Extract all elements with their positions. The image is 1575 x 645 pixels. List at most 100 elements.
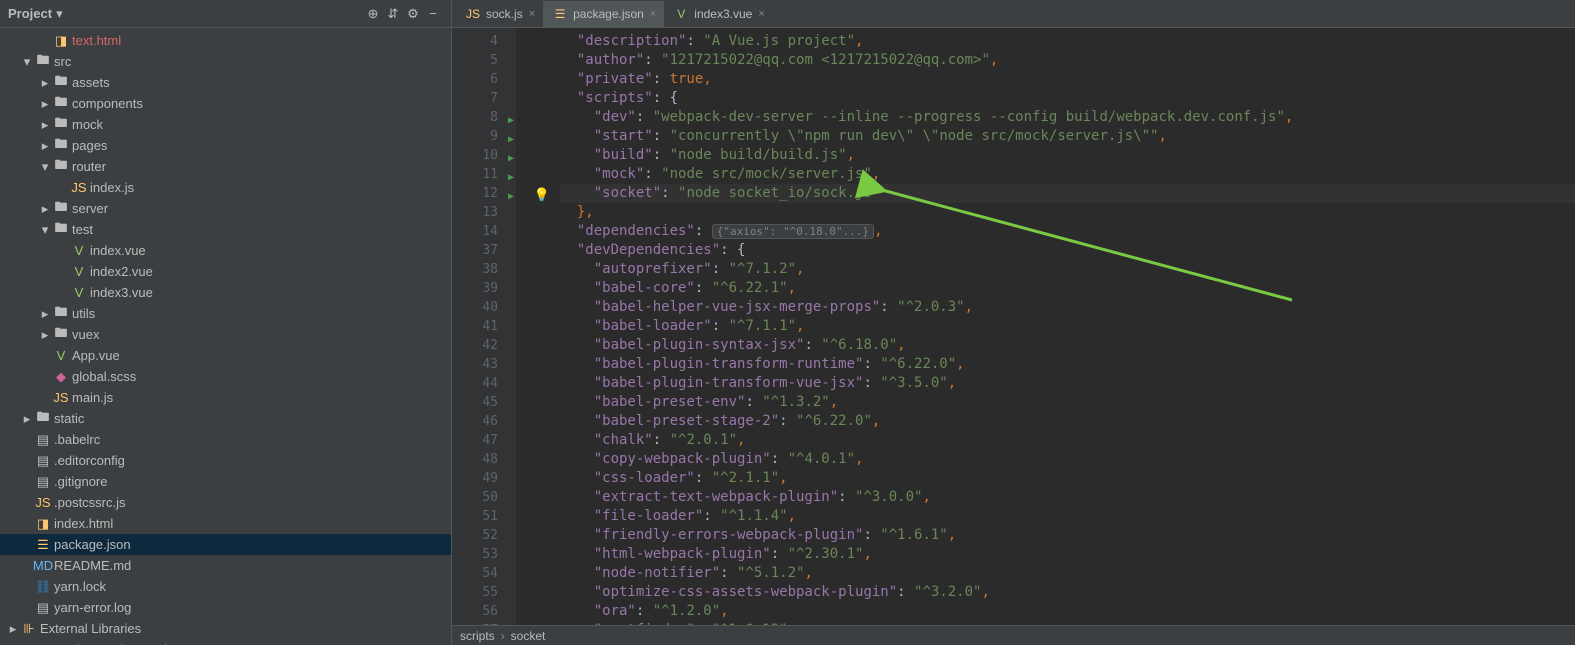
line-number[interactable]: 54 (452, 564, 516, 583)
tree-node[interactable]: VApp.vue (0, 345, 451, 366)
tree-node[interactable]: JSmain.js (0, 387, 451, 408)
line-number[interactable]: 40 (452, 298, 516, 317)
tree-node[interactable]: ▾🖿src (0, 51, 451, 72)
line-number[interactable]: 39 (452, 279, 516, 298)
code-line[interactable]: "copy-webpack-plugin": "^4.0.1", (560, 450, 1575, 469)
twisty-icon[interactable]: ▸ (38, 96, 52, 112)
code-area[interactable]: "description": "A Vue.js project", "auth… (516, 28, 1575, 625)
fold-region[interactable]: {"axios": "^0.18.0"...} (712, 224, 874, 239)
code-line[interactable]: "babel-plugin-transform-vue-jsx": "^3.5.… (560, 374, 1575, 393)
tree-node[interactable]: ▸🖿pages (0, 135, 451, 156)
code-line[interactable]: "extract-text-webpack-plugin": "^3.0.0", (560, 488, 1575, 507)
tree-node[interactable]: ☰package.json (0, 534, 451, 555)
twisty-icon[interactable]: ▾ (38, 159, 52, 175)
gutter[interactable]: 45678▶9▶10▶11▶12▶💡1314373839404142434445… (452, 28, 516, 625)
editor-tab[interactable]: Vindex3.vue× (664, 1, 772, 27)
line-number[interactable]: 49 (452, 469, 516, 488)
tree-node[interactable]: Vindex.vue (0, 240, 451, 261)
code-line[interactable]: "autoprefixer": "^7.1.2", (560, 260, 1575, 279)
line-number[interactable]: 12▶💡 (452, 184, 516, 203)
code-line[interactable]: "babel-loader": "^7.1.1", (560, 317, 1575, 336)
breadcrumb[interactable]: scripts › socket (452, 625, 1575, 645)
line-number[interactable]: 13 (452, 203, 516, 222)
line-number[interactable]: 46 (452, 412, 516, 431)
tree-node[interactable]: ▸🖿static (0, 408, 451, 429)
code-line[interactable]: "file-loader": "^1.1.4", (560, 507, 1575, 526)
gear-icon[interactable]: ⚙ (403, 4, 423, 24)
code-line[interactable]: "mock": "node src/mock/server.js", (560, 165, 1575, 184)
scroll-icon[interactable]: ⇵ (383, 4, 403, 24)
code-line[interactable]: "babel-helper-vue-jsx-merge-props": "^2.… (560, 298, 1575, 317)
hide-icon[interactable]: − (423, 4, 443, 24)
code-line[interactable]: "socket": "node socket_io/sock.js" (560, 184, 1575, 203)
close-icon[interactable]: × (529, 8, 535, 20)
line-number[interactable]: 5 (452, 51, 516, 70)
tree-node[interactable]: ▸🖿components (0, 93, 451, 114)
line-number[interactable]: 37 (452, 241, 516, 260)
line-number[interactable]: 41 (452, 317, 516, 336)
breadcrumb-item[interactable]: socket (511, 629, 546, 643)
tree-node[interactable]: ▤yarn-error.log (0, 597, 451, 618)
tree-node[interactable]: ◨text.html (0, 30, 451, 51)
tree-node[interactable]: ▸🖿server (0, 198, 451, 219)
line-number[interactable]: 4 (452, 32, 516, 51)
code-line[interactable]: "dev": "webpack-dev-server --inline --pr… (560, 108, 1575, 127)
tree-node[interactable]: ▸⊪External Libraries (0, 618, 451, 639)
line-number[interactable]: 9▶ (452, 127, 516, 146)
line-number[interactable]: 47 (452, 431, 516, 450)
line-number[interactable]: 53 (452, 545, 516, 564)
code-line[interactable]: "scripts": { (560, 89, 1575, 108)
tree-node[interactable]: ▾🖿router (0, 156, 451, 177)
twisty-icon[interactable]: ▾ (38, 222, 52, 238)
tree-node[interactable]: ▸🖿mock (0, 114, 451, 135)
twisty-icon[interactable]: ▸ (38, 327, 52, 343)
code-line[interactable]: "optimize-css-assets-webpack-plugin": "^… (560, 583, 1575, 602)
code-line[interactable]: "html-webpack-plugin": "^2.30.1", (560, 545, 1575, 564)
line-number[interactable]: 38 (452, 260, 516, 279)
twisty-icon[interactable]: ▸ (38, 138, 52, 154)
code-line[interactable]: "author": "1217215022@qq.com <1217215022… (560, 51, 1575, 70)
target-icon[interactable]: ⊕ (363, 4, 383, 24)
code-line[interactable]: "friendly-errors-webpack-plugin": "^1.6.… (560, 526, 1575, 545)
tree-node[interactable]: Vindex2.vue (0, 261, 451, 282)
line-number[interactable]: 7 (452, 89, 516, 108)
tree-node[interactable]: ◆global.scss (0, 366, 451, 387)
code-line[interactable]: }, (560, 203, 1575, 222)
line-number[interactable]: 45 (452, 393, 516, 412)
line-number[interactable]: 56 (452, 602, 516, 621)
breadcrumb-item[interactable]: scripts (460, 629, 495, 643)
line-number[interactable]: 50 (452, 488, 516, 507)
line-number[interactable]: 11▶ (452, 165, 516, 184)
line-number[interactable]: 10▶ (452, 146, 516, 165)
tree-node[interactable]: MDREADME.md (0, 555, 451, 576)
code-line[interactable]: "babel-plugin-transform-runtime": "^6.22… (560, 355, 1575, 374)
line-number[interactable]: 8▶ (452, 108, 516, 127)
tree-node[interactable]: ⛓yarn.lock (0, 576, 451, 597)
code-line[interactable]: "babel-plugin-syntax-jsx": "^6.18.0", (560, 336, 1575, 355)
code-line[interactable]: "css-loader": "^2.1.1", (560, 469, 1575, 488)
code-line[interactable]: "ora": "^1.2.0", (560, 602, 1575, 621)
code-line[interactable]: "babel-preset-stage-2": "^6.22.0", (560, 412, 1575, 431)
line-number[interactable]: 14 (452, 222, 516, 241)
line-number[interactable]: 57 (452, 621, 516, 625)
tree-node[interactable]: JSindex.js (0, 177, 451, 198)
line-number[interactable]: 44 (452, 374, 516, 393)
project-tree[interactable]: ◨text.html▾🖿src▸🖿assets▸🖿components▸🖿moc… (0, 28, 451, 645)
line-number[interactable]: 43 (452, 355, 516, 374)
tree-node[interactable]: ▤.editorconfig (0, 450, 451, 471)
code-line[interactable]: "babel-preset-env": "^1.3.2", (560, 393, 1575, 412)
code-line[interactable]: "babel-core": "^6.22.1", (560, 279, 1575, 298)
line-number[interactable]: 51 (452, 507, 516, 526)
tree-node[interactable]: ▾🖿test (0, 219, 451, 240)
line-number[interactable]: 48 (452, 450, 516, 469)
code-line[interactable]: "node-notifier": "^5.1.2", (560, 564, 1575, 583)
twisty-icon[interactable]: ▸ (20, 411, 34, 427)
code-line[interactable]: "chalk": "^2.0.1", (560, 431, 1575, 450)
twisty-icon[interactable]: ▸ (38, 75, 52, 91)
tree-node[interactable]: JS.postcssrc.js (0, 492, 451, 513)
twisty-icon[interactable]: ▾ (20, 54, 34, 70)
code-line[interactable]: "private": true, (560, 70, 1575, 89)
tree-node[interactable]: ▸🖿utils (0, 303, 451, 324)
line-number[interactable]: 52 (452, 526, 516, 545)
twisty-icon[interactable]: ▸ (6, 621, 20, 637)
